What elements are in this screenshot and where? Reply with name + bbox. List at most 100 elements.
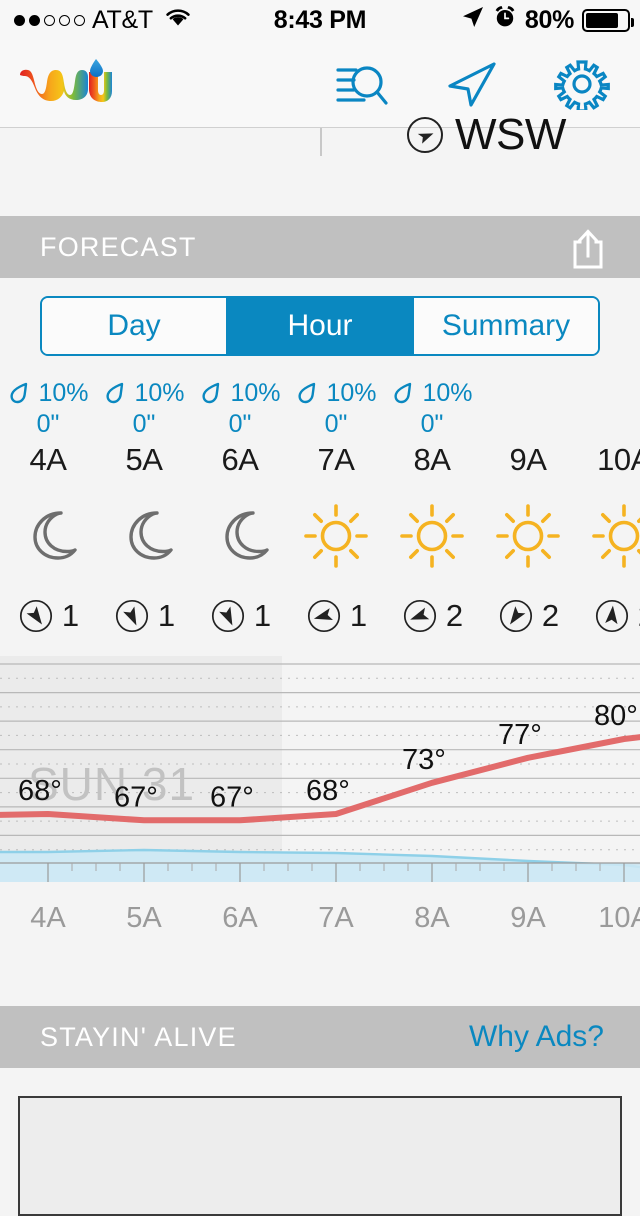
precip-chance-value: 10%: [38, 378, 89, 407]
wind-readout: 1: [17, 592, 79, 640]
signal-dot: [74, 14, 85, 26]
crescent-moon-icon: [108, 492, 180, 580]
hour-label: 7A: [317, 442, 355, 477]
status-bar: AT&T 8:43 PM 80%: [0, 0, 640, 40]
x-axis-tick-label: 10A: [598, 902, 640, 934]
precip-amount: 0": [132, 410, 156, 438]
hourly-column[interactable]: 10% 0" 8A 2: [384, 378, 480, 640]
precip-chance-value: 10%: [326, 378, 377, 407]
wind-readout: 2: [593, 592, 640, 640]
location-arrow-icon: [461, 5, 485, 36]
precip-chance: 10%: [199, 378, 281, 408]
raindrop-icon: [10, 382, 28, 404]
sun-icon: [588, 492, 640, 580]
ad-section-title: STAYIN' ALIVE: [40, 1021, 237, 1052]
forecast-section-title: FORECAST: [40, 231, 197, 262]
wind-readout: 1: [305, 592, 367, 640]
forecast-tabs-container: Day Hour Summary: [0, 278, 640, 372]
x-axis-tick-label: 7A: [318, 902, 354, 934]
nav-bar-actions: [334, 56, 640, 112]
signal-dot: [44, 14, 55, 26]
precip-chance-value: 10%: [422, 378, 473, 407]
conditions-divider: [320, 128, 322, 156]
tab-hour[interactable]: Hour: [228, 298, 414, 354]
chart-x-axis: 4A 5A 6A 7A 8A 9A 10A: [0, 902, 640, 935]
x-axis-tick-label: 4A: [30, 902, 66, 934]
sun-icon: [492, 492, 564, 580]
hourly-column[interactable]: 10% 0" 4A 1: [0, 378, 96, 640]
wind-direction-icon: [499, 599, 532, 633]
hourly-column[interactable]: 10% 0" 7A 1: [288, 378, 384, 640]
share-icon[interactable]: [568, 228, 608, 275]
wind-readout: 2: [497, 592, 559, 640]
temperature-label: 68°: [306, 775, 350, 807]
weather-underground-logo[interactable]: [16, 58, 112, 110]
x-axis-tick-label: 8A: [414, 902, 450, 934]
carrier-label: AT&T: [92, 5, 153, 34]
hour-label: 5A: [125, 442, 163, 477]
precip-chance: 10%: [103, 378, 185, 408]
hourly-column[interactable]: 10% 0" 5A 1: [96, 378, 192, 640]
precip-chance: 10%: [391, 378, 473, 408]
gear-icon[interactable]: [554, 56, 610, 112]
hour-label: 9A: [509, 442, 547, 477]
sun-icon: [300, 492, 372, 580]
precip-chance: 10%: [7, 378, 89, 408]
wind-speed-value: 2: [445, 598, 464, 633]
hour-label: 6A: [221, 442, 259, 477]
precip-amount: 0": [324, 410, 348, 438]
hourly-column[interactable]: 9A 2: [480, 378, 576, 640]
wind-direction-label: WSW: [455, 110, 566, 159]
wind-readout: 1: [113, 592, 175, 640]
signal-dot: [14, 14, 25, 26]
wind-speed-value: 2: [541, 598, 560, 633]
status-bar-left: AT&T: [0, 6, 193, 35]
signal-dot: [59, 14, 70, 26]
signal-strength-dots: [14, 14, 85, 26]
wind-readout: 1: [209, 592, 271, 640]
wind-direction-icon: [19, 599, 52, 633]
sun-icon: [396, 492, 468, 580]
x-axis-tick-label: 5A: [126, 902, 162, 934]
wind-readout: 2: [401, 592, 463, 640]
hour-label: 8A: [413, 442, 451, 477]
temperature-label: 77°: [498, 719, 542, 751]
signal-dot: [29, 14, 40, 26]
raindrop-icon: [394, 382, 412, 404]
wind-speed-value: 1: [253, 598, 272, 633]
precip-chance: 10%: [295, 378, 377, 408]
forecast-section-header: FORECAST: [0, 216, 640, 278]
precip-chance-value: 10%: [134, 378, 185, 407]
wind-direction-icon: [403, 599, 436, 633]
status-bar-right: 80%: [461, 5, 640, 36]
alarm-clock-icon: [493, 5, 517, 36]
navigation-arrow-icon[interactable]: [444, 56, 500, 112]
ad-placeholder[interactable]: [18, 1096, 622, 1216]
temperature-label: 80°: [594, 700, 638, 732]
wind-direction-icon: [115, 599, 148, 633]
crescent-moon-icon: [204, 492, 276, 580]
ad-body: [0, 1068, 640, 1216]
tab-day[interactable]: Day: [42, 298, 228, 354]
hourly-forecast-row[interactable]: 10% 0" 4A 1 10% 0" 5A 1 10% 0" 6A 1 10% 0" 7A 1 10% 0" 8A 2…: [0, 372, 640, 640]
precip-amount: 0": [228, 410, 252, 438]
wind-direction-icon: [595, 599, 628, 633]
x-axis-tick-label: 9A: [510, 902, 546, 934]
why-ads-link[interactable]: Why Ads?: [469, 1020, 604, 1054]
raindrop-icon: [298, 382, 316, 404]
wind-direction-icon: [307, 599, 340, 633]
raindrop-icon: [202, 382, 220, 404]
ad-section-header: STAYIN' ALIVE Why Ads?: [0, 1006, 640, 1068]
hourly-column[interactable]: 10A 2: [576, 378, 640, 640]
precip-chance-value: 10%: [230, 378, 281, 407]
hourly-column[interactable]: 10% 0" 6A 1: [192, 378, 288, 640]
search-list-icon[interactable]: [334, 56, 390, 112]
precip-amount: 0": [420, 410, 444, 438]
temperature-label: 68°: [18, 775, 62, 807]
temperature-label: 67°: [114, 781, 158, 813]
temperature-label: 67°: [210, 781, 254, 813]
tab-summary[interactable]: Summary: [414, 298, 598, 354]
wifi-icon: [163, 6, 193, 35]
wind-direction-readout: WSW: [405, 110, 566, 160]
crescent-moon-icon: [12, 492, 84, 580]
